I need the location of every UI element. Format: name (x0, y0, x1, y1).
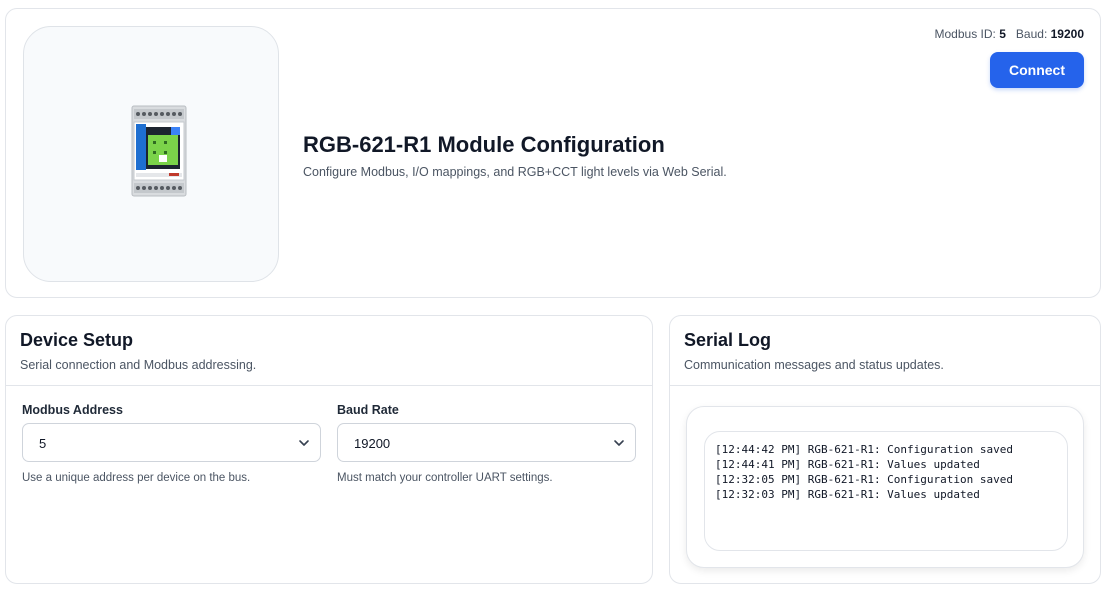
connection-status: Modbus ID: 5 Baud: 19200 (935, 27, 1084, 41)
chevron-down-icon (614, 440, 624, 446)
serial-log-panel: [12:44:42 PM] RGB-621-R1: Configuration … (686, 406, 1084, 568)
page-title: RGB-621-R1 Module Configuration (303, 132, 665, 157)
baud-rate-value: 19200 (354, 436, 391, 451)
baud-value: 19200 (1050, 27, 1084, 41)
serial-log-description: Communication messages and status update… (684, 358, 944, 372)
baud-rate-select[interactable]: 19200 (337, 423, 636, 462)
page-subtitle: Configure Modbus, I/O mappings, and RGB+… (303, 165, 727, 179)
serial-log-card: Serial Log Communication messages and st… (669, 315, 1101, 584)
baud-label: Baud: (1015, 27, 1048, 41)
modbus-address-field: Modbus Address 5 Use a unique address pe… (22, 403, 321, 484)
device-setup-header: Device Setup Serial connection and Modbu… (6, 316, 652, 386)
modbus-address-label: Modbus Address (22, 403, 123, 417)
log-entry: [12:44:41 PM] RGB-621-R1: Values updated (715, 458, 980, 471)
device-setup-card: Device Setup Serial connection and Modbu… (5, 315, 653, 584)
baud-rate-field: Baud Rate 19200 Must match your controll… (337, 403, 636, 484)
baud-rate-label: Baud Rate (337, 403, 399, 417)
serial-log-title: Serial Log (684, 330, 772, 350)
header-card: RGB-621-R1 Module Configuration Configur… (5, 8, 1101, 298)
connect-button[interactable]: Connect (990, 52, 1084, 88)
log-entry: [12:32:05 PM] RGB-621-R1: Configuration … (715, 473, 1014, 486)
modbus-id-label: Modbus ID: (934, 27, 996, 41)
modbus-address-value: 5 (39, 436, 47, 451)
baud-rate-help: Must match your controller UART settings… (337, 472, 553, 484)
serial-log-output[interactable]: [12:44:42 PM] RGB-621-R1: Configuration … (704, 431, 1068, 551)
module-device-image (131, 105, 187, 197)
modbus-address-select[interactable]: 5 (22, 423, 321, 462)
serial-log-header: Serial Log Communication messages and st… (670, 316, 1100, 386)
device-setup-description: Serial connection and Modbus addressing. (20, 358, 257, 372)
log-entry: [12:32:03 PM] RGB-621-R1: Values updated (715, 488, 980, 501)
modbus-id-value: 5 (999, 27, 1006, 41)
device-setup-title: Device Setup (20, 330, 134, 350)
log-entry: [12:44:42 PM] RGB-621-R1: Configuration … (715, 443, 1014, 456)
chevron-down-icon (299, 440, 309, 446)
modbus-address-help: Use a unique address per device on the b… (22, 472, 251, 484)
product-image-frame (23, 26, 279, 282)
